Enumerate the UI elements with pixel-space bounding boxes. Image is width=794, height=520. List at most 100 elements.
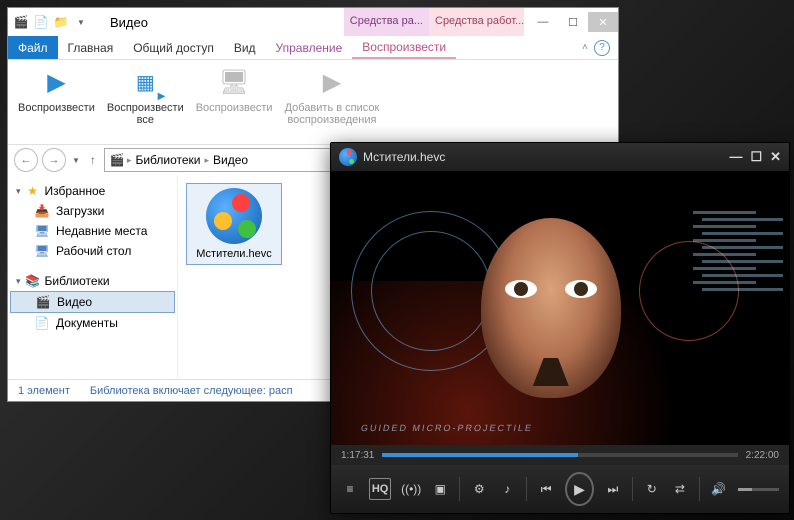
time-current: 1:17:31	[341, 450, 374, 461]
volume-slider[interactable]	[738, 488, 779, 491]
separator	[632, 477, 633, 501]
chevron-down-icon: ▾	[16, 276, 21, 287]
ribbon-tabs: Файл Главная Общий доступ Вид Управление…	[8, 36, 618, 60]
nav-item-recent[interactable]: 🖥 Недавние места	[8, 221, 177, 241]
player-minimize-button[interactable]: —	[729, 149, 742, 165]
folder-icon: 📥	[34, 203, 50, 219]
file-icon	[206, 188, 262, 244]
nav-label: Документы	[56, 316, 118, 330]
tab-manage[interactable]: Управление	[266, 36, 353, 59]
ribbon-cmd-playall[interactable]: ▦▶ Воспроизвести все	[107, 64, 184, 140]
play-all-label: Воспроизвести все	[107, 102, 184, 126]
history-dropdown-icon[interactable]: ▼	[70, 156, 82, 165]
video-frame-face	[481, 218, 621, 398]
settings-icon[interactable]: ⚙	[470, 478, 488, 500]
player-window-controls: — ☐ ✕	[729, 149, 781, 165]
seek-bar[interactable]	[382, 453, 737, 457]
nav-favorites-header[interactable]: ▾ ★ Избранное	[8, 181, 177, 201]
status-info: Библиотека включает следующее: расп	[90, 385, 293, 397]
libraries-icon: 📚	[25, 273, 41, 289]
crumb-video[interactable]: Видео	[211, 153, 250, 167]
player-title: Мстители.hevc	[363, 150, 445, 164]
star-icon: ★	[25, 183, 41, 199]
nav-label: Недавние места	[56, 224, 147, 238]
quick-access-toolbar: 🎬 📄 📁 ▼	[8, 13, 90, 31]
crumb-sep-icon[interactable]: ▸	[127, 155, 132, 166]
context-tab-video[interactable]: Средства работ...	[429, 8, 524, 36]
player-logo-icon	[339, 148, 357, 166]
video-viewport[interactable]: GUIDED MICRO-PROJECTILE	[331, 171, 789, 445]
window-controls: — ☐ ✕	[528, 12, 618, 32]
cast-icon: 🖥	[216, 64, 252, 100]
nav-item-downloads[interactable]: 📥 Загрузки	[8, 201, 177, 221]
desktop-icon: 🖥	[34, 243, 50, 259]
player-maximize-button[interactable]: ☐	[750, 149, 762, 165]
separator	[459, 477, 460, 501]
location-icon: 🎬	[109, 152, 125, 168]
back-button[interactable]: ←	[14, 148, 38, 172]
equalizer-icon[interactable]: ♪	[498, 478, 516, 500]
tab-home[interactable]: Главная	[58, 36, 124, 59]
collapse-ribbon-icon[interactable]: ˄	[582, 42, 588, 53]
minimize-button[interactable]: —	[528, 12, 558, 32]
libraries-label: Библиотеки	[45, 274, 110, 288]
status-count: 1 элемент	[18, 385, 70, 397]
nav-label: Рабочий стол	[56, 244, 131, 258]
crumb-libraries[interactable]: Библиотеки	[133, 153, 202, 167]
play-icon: ▶	[38, 64, 74, 100]
file-item[interactable]: Мстители.hevc	[186, 183, 282, 265]
menu-icon[interactable]: ≡	[341, 478, 359, 500]
player-titlebar[interactable]: Мстители.hevc — ☐ ✕	[331, 143, 789, 171]
favorites-label: Избранное	[45, 184, 106, 198]
add-list-icon: ▶	[314, 64, 350, 100]
forward-button[interactable]: →	[42, 148, 66, 172]
separator	[526, 477, 527, 501]
screenshot-icon[interactable]: ▣	[431, 478, 449, 500]
ribbon-cmd-play[interactable]: ▶ Воспроизвести	[18, 64, 95, 140]
shuffle-button[interactable]: ⇄	[671, 478, 689, 500]
up-button[interactable]: ↑	[86, 153, 100, 167]
play-button[interactable]: ▶	[565, 472, 594, 506]
player-close-button[interactable]: ✕	[770, 149, 781, 165]
tab-share[interactable]: Общий доступ	[123, 36, 224, 59]
qat-dropdown-icon[interactable]: ▼	[72, 13, 90, 31]
tab-play[interactable]: Воспроизвести	[352, 36, 456, 59]
seek-row: 1:17:31 2:22:00	[331, 445, 789, 465]
player-controls: ≡ HQ ((•)) ▣ ⚙ ♪ ⏮ ▶ ⏭ ↻ ⇄ 🔊	[331, 465, 789, 513]
video-icon: 🎬	[35, 294, 51, 310]
close-button[interactable]: ✕	[588, 12, 618, 32]
nav-item-video[interactable]: 🎬 Видео	[10, 291, 175, 313]
navigation-pane: ▾ ★ Избранное 📥 Загрузки 🖥 Недавние места 🖥 Р…	[8, 175, 178, 379]
video-player-window: Мстители.hevc — ☐ ✕ GUIDED MICRO-PROJECT…	[330, 142, 790, 514]
tab-file[interactable]: Файл	[8, 36, 58, 59]
qat-properties-icon[interactable]: 📄	[32, 13, 50, 31]
repeat-button[interactable]: ↻	[643, 478, 661, 500]
tab-view[interactable]: Вид	[224, 36, 266, 59]
crumb-sep-icon[interactable]: ▸	[204, 155, 209, 166]
next-button[interactable]: ⏭	[604, 478, 622, 500]
cast-icon[interactable]: ((•))	[401, 478, 421, 500]
context-tab-headers: Средства ра... Средства работ...	[344, 8, 524, 36]
help-icon[interactable]: ?	[594, 40, 610, 56]
nav-item-desktop[interactable]: 🖥 Рабочий стол	[8, 241, 177, 261]
volume-icon[interactable]: 🔊	[710, 478, 728, 500]
nav-libraries-header[interactable]: ▾ 📚 Библиотеки	[8, 271, 177, 291]
app-icon: 🎬	[12, 13, 30, 31]
hq-button[interactable]: HQ	[369, 478, 391, 500]
maximize-button[interactable]: ☐	[558, 12, 588, 32]
play-all-icon: ▦▶	[127, 64, 163, 100]
ribbon-cmd-addlist: ▶ Добавить в список воспроизведения	[285, 64, 380, 140]
nav-label: Загрузки	[56, 204, 104, 218]
nav-label: Видео	[57, 295, 92, 309]
window-title: Видео	[110, 15, 148, 30]
hud-overlay-text: GUIDED MICRO-PROJECTILE	[360, 423, 534, 433]
time-total: 2:22:00	[746, 450, 779, 461]
ribbon-right: ˄ ?	[582, 36, 618, 59]
chevron-down-icon: ▾	[16, 186, 21, 197]
context-tab-library[interactable]: Средства ра...	[344, 8, 429, 36]
qat-newfolder-icon[interactable]: 📁	[52, 13, 70, 31]
prev-button[interactable]: ⏮	[537, 478, 555, 500]
nav-item-documents[interactable]: 📄Документы	[8, 313, 177, 333]
explorer-titlebar[interactable]: 🎬 📄 📁 ▼ Видео Средства ра... Средства ра…	[8, 8, 618, 36]
recent-icon: 🖥	[34, 223, 50, 239]
